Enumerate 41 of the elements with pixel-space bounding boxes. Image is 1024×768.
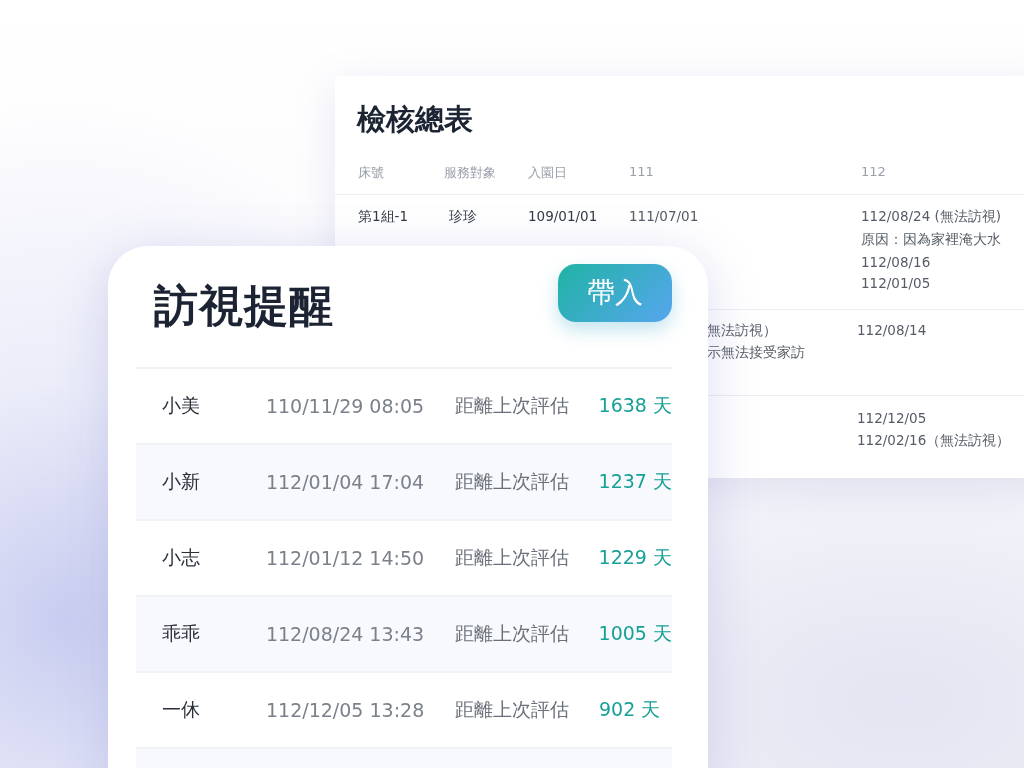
card-title: 檢核總表 [357,101,473,138]
bring-in-button[interactable]: 帶入 [558,263,672,322]
table-cell-line: 無法訪視） [707,322,777,340]
client-name: 一休 [162,697,201,722]
column-header: 服務對象 [444,164,497,182]
visit-time: 112/01/04 17:04 [265,471,426,493]
column-header: 111 [629,164,655,181]
table-cell-line: 112/08/14 [857,322,927,338]
table-cell-line: 原因：因為家裡淹大水 [861,231,1001,249]
card-title: 訪視提醒 [154,279,334,333]
table-cell-line: 112/02/16（無法訪視） [857,432,1011,450]
table-cell-line: 112/01/05 [861,275,931,291]
table-cell-line: 112/12/05 [857,410,927,426]
visit-time: 112/01/12 14:50 [265,547,426,569]
interval-label: 距離上次評估 [454,393,570,418]
table-cell: 109/01/01 [528,208,598,224]
table-cell-line: 112/08/16 [861,254,931,270]
interval-label: 距離上次評估 [455,697,570,722]
interval-label: 距離上次評估 [454,469,570,494]
table-cell-line: 示無法接受家訪 [707,344,805,362]
interval-label: 距離上次評估 [454,545,570,570]
days-count: 1237 天 [598,469,672,494]
client-name: 小美 [162,393,201,418]
client-name: 乖乖 [162,621,201,646]
table-cell: 第1組-1 [358,208,409,226]
days-count: 902 天 [599,697,661,722]
table-cell-line: 112/08/24 (無法訪視) [861,208,1002,226]
client-name: 小志 [162,545,201,570]
client-name: 小新 [162,469,201,494]
visit-time: 112/12/05 13:28 [266,699,426,721]
table-cell-line: 111/07/01 [629,208,699,224]
visit-time: 110/11/29 08:05 [265,395,426,417]
column-header: 入園日 [528,164,568,182]
days-count: 1638 天 [598,393,672,418]
column-header: 112 [861,164,887,181]
table-cell: 珍珍 [449,208,477,226]
days-count: 1005 天 [598,621,672,646]
visit-time: 112/08/24 13:43 [265,623,426,645]
column-header: 床號 [358,164,385,182]
interval-label: 距離上次評估 [454,621,570,646]
days-count: 1229 天 [598,545,672,570]
